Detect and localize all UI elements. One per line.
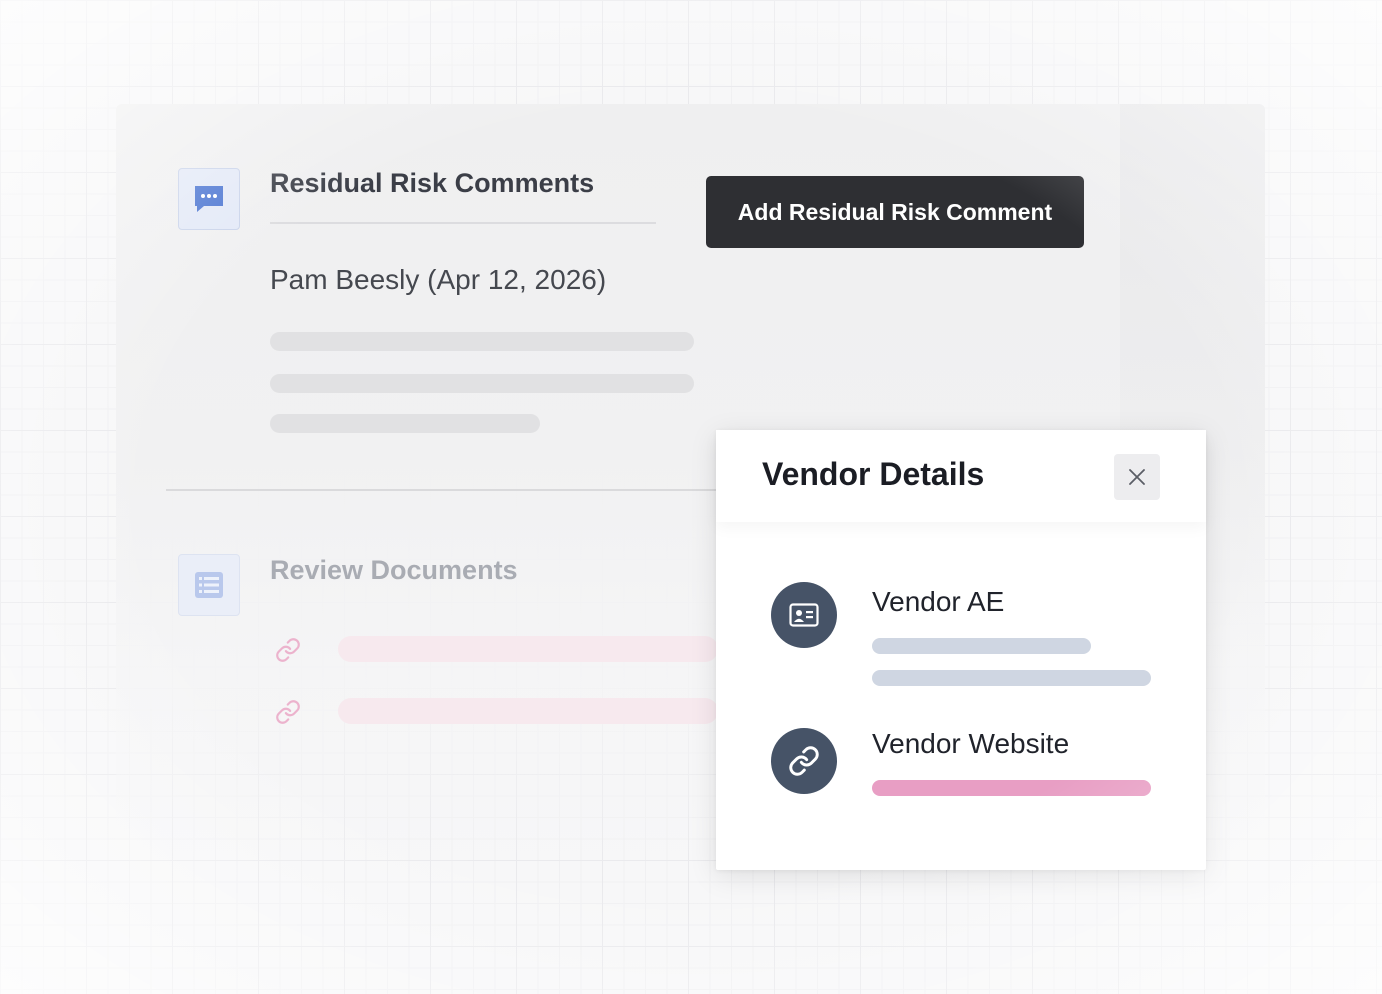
vendor-ae-detail-placeholder <box>872 638 1091 654</box>
link-icon <box>276 700 300 724</box>
document-link-placeholder[interactable] <box>338 636 718 662</box>
list-icon <box>195 572 223 598</box>
vendor-ae-avatar <box>771 582 837 648</box>
residual-risk-title: Residual Risk Comments <box>270 168 595 198</box>
comment-text-placeholder <box>270 332 694 351</box>
vendor-website-avatar <box>771 728 837 794</box>
comment-text-placeholder <box>270 374 694 393</box>
modal-title: Vendor Details <box>762 456 985 492</box>
document-link-placeholder[interactable] <box>338 698 718 724</box>
modal-header: Vendor Details <box>716 430 1206 522</box>
id-card-icon <box>789 603 819 627</box>
section-divider <box>166 489 726 491</box>
link-icon <box>789 746 819 776</box>
vendor-website-label: Vendor Website <box>872 728 1070 759</box>
comment-author: Pam Beesly (Apr 12, 2026) <box>270 264 607 295</box>
vendor-website-link[interactable] <box>872 780 1151 796</box>
add-residual-risk-comment-button[interactable]: Add Residual Risk Comment <box>706 176 1084 248</box>
vendor-details-modal: Vendor Details Vendor AE Vendor Website <box>716 430 1206 870</box>
review-documents-title: Review Documents <box>270 555 518 585</box>
close-button[interactable] <box>1114 454 1160 500</box>
comment-text-placeholder <box>270 414 540 433</box>
vendor-ae-detail-placeholder <box>872 670 1151 686</box>
document-link-icon[interactable] <box>274 698 302 726</box>
vendor-ae-label: Vendor AE <box>872 586 1005 617</box>
documents-icon-box <box>178 554 240 616</box>
comments-icon-box <box>178 168 240 230</box>
chat-bubble-icon <box>195 186 223 212</box>
close-icon <box>1129 469 1145 485</box>
document-link-icon[interactable] <box>274 636 302 664</box>
title-underline <box>270 222 656 224</box>
link-icon <box>276 638 300 662</box>
